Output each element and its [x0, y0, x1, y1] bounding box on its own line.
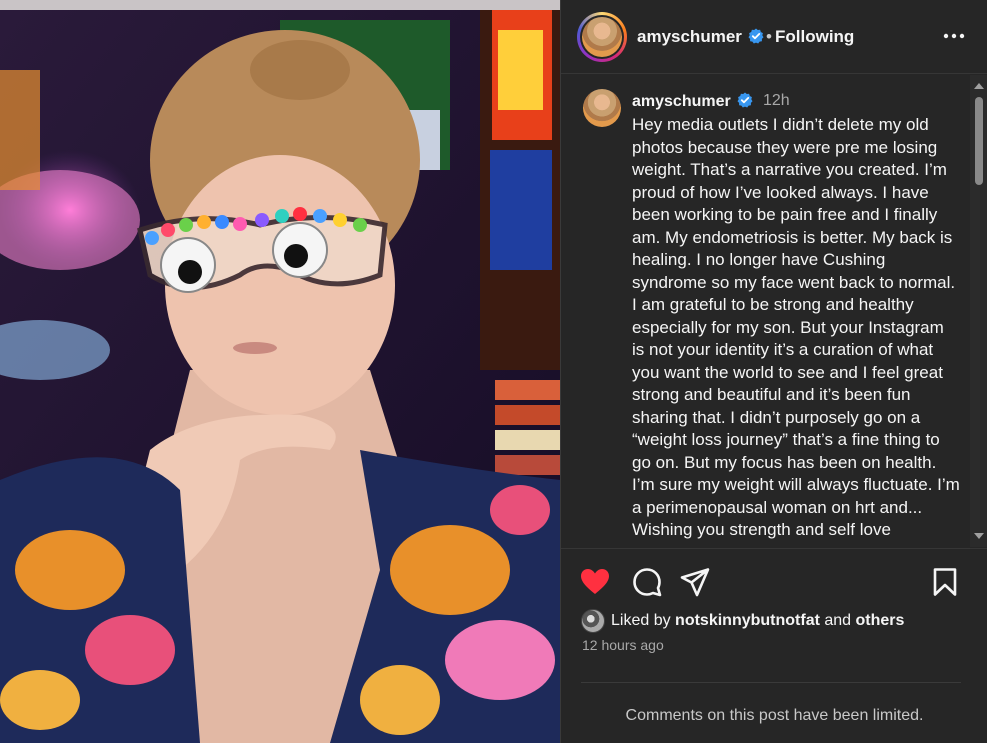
caption-scrollbar[interactable] [970, 75, 987, 547]
caption-scroll-area[interactable]: amyschumer 12h Hey media outlets I didn’… [561, 75, 987, 547]
more-horizontal-icon[interactable] [941, 26, 967, 46]
share-icon[interactable] [679, 566, 711, 598]
comments-limited-notice: Comments on this post have been limited. [625, 707, 924, 724]
story-ring[interactable] [577, 12, 627, 62]
post-image [0, 10, 560, 743]
caption-avatar[interactable] [583, 89, 621, 127]
caption-username[interactable]: amyschumer [632, 92, 753, 111]
post-side-panel: amyschumer • Following amyschumer 12h He… [560, 0, 987, 743]
caption-text: Hey media outlets I didn’t delete my old… [632, 115, 960, 539]
scroll-down-arrow-icon[interactable] [974, 533, 984, 539]
post-time-ago[interactable]: 12 hours ago [582, 637, 664, 653]
header-avatar[interactable] [582, 17, 622, 57]
post-header: amyschumer • Following [561, 0, 987, 74]
header-username[interactable]: amyschumer [637, 27, 764, 47]
liker-avatar[interactable] [581, 609, 605, 633]
bookmark-icon[interactable] [929, 566, 961, 598]
post-actions: Liked by notskinnybutnotfat and others 1… [561, 548, 987, 743]
following-button[interactable]: Following [775, 27, 854, 47]
liked-by-row: Liked by notskinnybutnotfat and others [581, 609, 904, 633]
liked-others-link[interactable]: others [856, 612, 905, 630]
scroll-thumb[interactable] [975, 97, 983, 185]
liked-and: and [824, 612, 852, 629]
instagram-post-window: amyschumer • Following amyschumer 12h He… [0, 0, 987, 743]
caption-timestamp[interactable]: 12h [763, 92, 790, 110]
verified-badge-icon [737, 92, 753, 108]
liked-user-link[interactable]: notskinnybutnotfat [675, 612, 820, 630]
divider [581, 682, 961, 683]
caption-avatar-wrap[interactable] [583, 89, 621, 127]
comment-icon[interactable] [631, 566, 663, 598]
header-separator: • [766, 27, 772, 46]
photo-top-strip [0, 0, 560, 10]
post-photo[interactable] [0, 0, 560, 743]
verified-badge-icon [748, 28, 764, 44]
heart-filled-icon[interactable] [579, 566, 611, 598]
scroll-up-arrow-icon[interactable] [974, 83, 984, 89]
liked-prefix: Liked by [611, 612, 671, 629]
